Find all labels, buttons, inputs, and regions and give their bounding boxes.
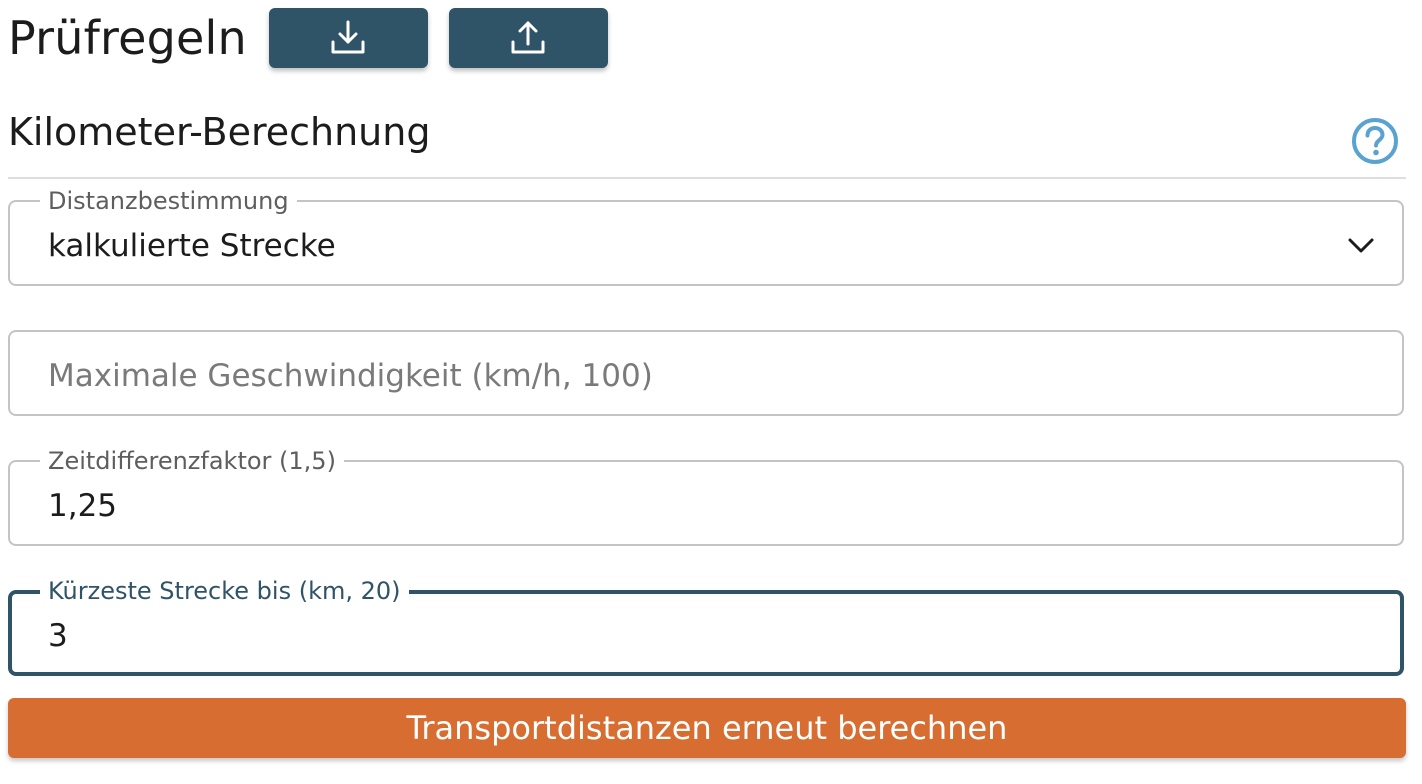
page: Prüfregeln Kilometer-Berechnung Distanzb… — [0, 0, 1422, 784]
chevron-down-icon — [1348, 238, 1374, 253]
max-speed-placeholder: Maximale Geschwindigkeit (km/h, 100) — [48, 358, 653, 394]
section-divider — [8, 177, 1406, 179]
download-icon — [331, 20, 365, 54]
upload-icon — [511, 21, 545, 54]
time-diff-factor-value: 1,25 — [48, 488, 118, 524]
help-icon[interactable] — [1350, 116, 1400, 166]
time-diff-factor-label: Zeitdifferenzfaktor (1,5) — [40, 446, 344, 476]
section-title: Kilometer-Berechnung — [8, 110, 431, 154]
max-speed-input[interactable]: Maximale Geschwindigkeit (km/h, 100) — [8, 330, 1404, 416]
download-button[interactable] — [268, 8, 428, 68]
shortest-route-label: Kürzeste Strecke bis (km, 20) — [40, 576, 409, 606]
recalculate-distances-button[interactable]: Transportdistanzen erneut berechnen — [8, 698, 1406, 758]
time-diff-factor-input[interactable]: Zeitdifferenzfaktor (1,5) 1,25 — [8, 446, 1404, 546]
distance-mode-value: kalkulierte Strecke — [48, 228, 336, 264]
shortest-route-value: 3 — [48, 618, 68, 654]
shortest-route-input[interactable]: Kürzeste Strecke bis (km, 20) 3 — [8, 576, 1404, 676]
page-title: Prüfregeln — [8, 11, 247, 65]
upload-button[interactable] — [448, 8, 608, 68]
distance-mode-select[interactable]: Distanzbestimmung kalkulierte Strecke — [8, 186, 1404, 286]
header: Prüfregeln — [8, 6, 629, 70]
distance-mode-label: Distanzbestimmung — [40, 186, 297, 216]
